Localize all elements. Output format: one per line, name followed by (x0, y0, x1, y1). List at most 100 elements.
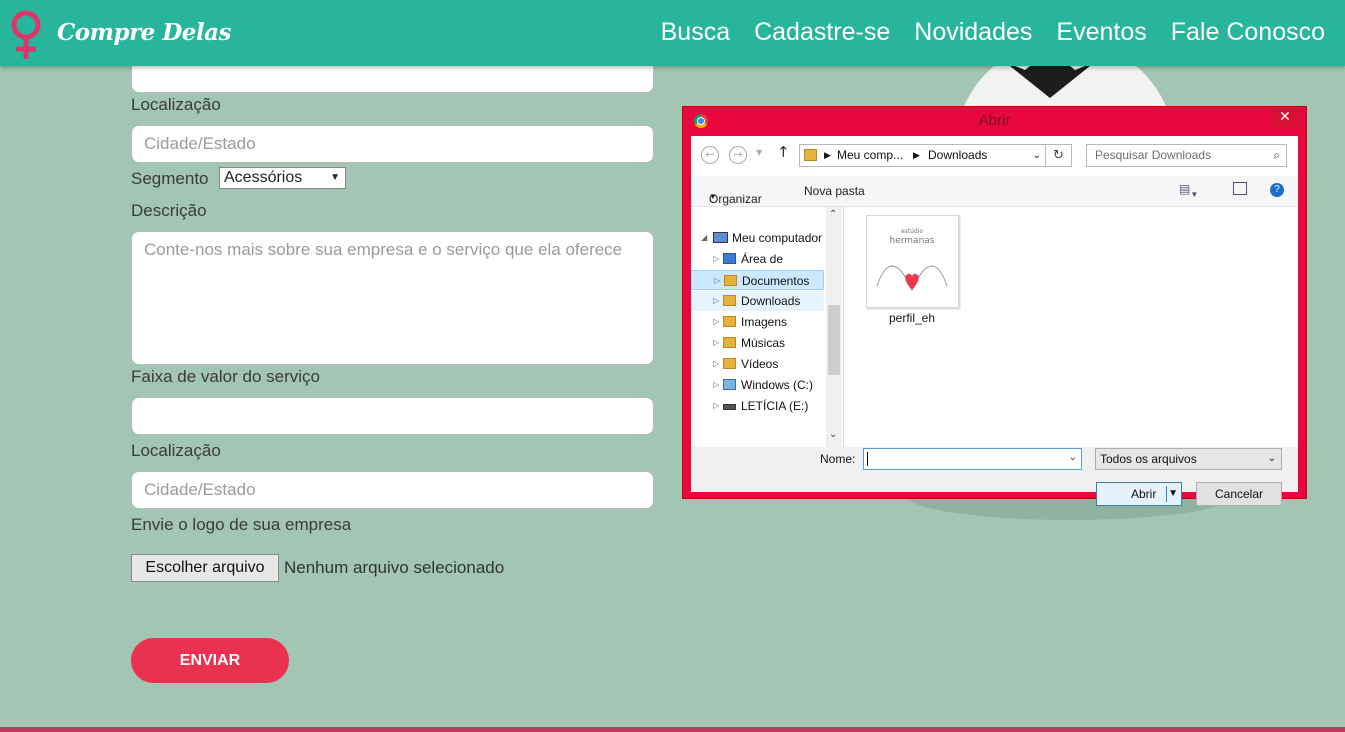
preview-pane-icon[interactable] (1233, 182, 1247, 195)
cancel-button[interactable]: Cancelar (1196, 482, 1282, 506)
breadcrumb-computer[interactable]: Meu comp... (837, 145, 903, 166)
tree-item-documents[interactable]: ▷ Documentos (691, 270, 824, 290)
scroll-up-icon[interactable]: ⌃ (829, 209, 837, 220)
file-thumbnail[interactable]: estúdio hermanas (866, 215, 959, 308)
top-navbar: Compre Delas Busca Cadastre-se Novidades… (0, 0, 1345, 66)
folder-icon (723, 358, 736, 369)
choose-file-button[interactable]: Escolher arquivo (131, 554, 279, 582)
drive-icon (723, 379, 736, 390)
tree-label: Imagens (741, 315, 788, 329)
open-button[interactable]: Abrir ▼ (1096, 482, 1182, 506)
tree-item-music[interactable]: ▷ Músicas (691, 333, 824, 353)
price-range-input[interactable] (131, 397, 654, 435)
expand-arrow-icon[interactable]: ◢ (701, 228, 707, 248)
segment-label: Segmento (131, 169, 209, 188)
taskbar-strip (0, 727, 1345, 732)
description-placeholder: Conte-nos mais sobre sua empresa e o ser… (144, 240, 623, 259)
tree-item-drive-e[interactable]: ▷ LETÍCIA (E:) (691, 396, 824, 416)
folder-icon (724, 275, 737, 286)
tree-item-desktop[interactable]: ▷Área de Trabalh (691, 249, 824, 286)
expand-arrow-icon[interactable]: ▷ (713, 354, 719, 374)
expand-arrow-icon[interactable]: ▷ (713, 396, 719, 416)
chevron-down-icon: ▼ (709, 192, 717, 201)
segment-value: Acessórios (224, 169, 303, 186)
folder-download-icon (723, 295, 736, 306)
expand-arrow-icon[interactable]: ▷ (714, 271, 720, 291)
dialog-toolbar: Organizar ▼ Nova pasta ▤ ▼ ? (691, 176, 1298, 207)
file-open-dialog: Abrir ✕ ← → ▼ ↑ ▶ Meu comp... ▶ Download… (682, 106, 1307, 506)
folder-download-icon (804, 149, 817, 161)
nav-link-novidades[interactable]: Novidades (914, 18, 1032, 47)
navigation-tree: ◢ Meu computador ▷Área de Trabalh ▷ Docum… (691, 207, 844, 447)
address-bar: ← → ▼ ↑ ▶ Meu comp... ▶ Downloads ⌄ ↻ Pe… (691, 136, 1298, 176)
tree-label: Músicas (741, 336, 786, 350)
folder-icon (723, 337, 736, 348)
tree-item-downloads[interactable]: ▷ Downloads (691, 291, 824, 311)
thumb-text: hermanas (890, 236, 935, 246)
forward-arrow-icon[interactable]: → (729, 146, 747, 164)
tree-scrollbar[interactable]: ⌃ ⌄ (826, 207, 842, 447)
location-placeholder-2: Cidade/Estado (144, 480, 256, 499)
nav-link-eventos[interactable]: Eventos (1056, 18, 1146, 47)
file-name[interactable]: perfil_eh (856, 311, 968, 325)
tree-label: LETÍCIA (E:) (741, 399, 809, 413)
location-placeholder-1: Cidade/Estado (144, 134, 256, 153)
expand-arrow-icon[interactable]: ▷ (713, 333, 719, 353)
tree-label: Downloads (741, 294, 801, 308)
tree-item-computer[interactable]: ◢ Meu computador (691, 228, 824, 248)
close-button[interactable]: ✕ (1270, 108, 1300, 128)
search-input[interactable]: Pesquisar Downloads ⌕ (1086, 144, 1287, 167)
breadcrumb-chevron-icon: ▶ (824, 150, 831, 160)
text-caret (867, 452, 868, 466)
tree-item-videos[interactable]: ▷ Vídeos (691, 354, 824, 374)
chevron-down-icon[interactable]: ▼ (1168, 483, 1178, 505)
nav-link-cadastre-se[interactable]: Cadastre-se (754, 18, 890, 47)
up-arrow-icon[interactable]: ↑ (777, 143, 790, 161)
nav-link-fale-conosco[interactable]: Fale Conosco (1171, 18, 1325, 47)
logo-preview-image: estúdio hermanas (876, 228, 948, 292)
file-name-input[interactable]: ⌄ (863, 448, 1082, 470)
refresh-icon[interactable]: ↻ (1046, 144, 1072, 167)
brand-logo-text[interactable]: Compre Delas (57, 19, 232, 46)
split-divider (1166, 486, 1167, 502)
expand-arrow-icon[interactable]: ▷ (713, 291, 719, 311)
logo-upload-label: Envie o logo de sua empresa (131, 515, 352, 534)
computer-icon (713, 232, 728, 243)
tree-item-drive-c[interactable]: ▷ Windows (C:) (691, 375, 824, 395)
expand-arrow-icon[interactable]: ▷ (713, 312, 719, 332)
description-textarea[interactable]: Conte-nos mais sobre sua empresa e o ser… (131, 231, 654, 365)
dropdown-arrow-icon: ▼ (330, 172, 340, 183)
path-breadcrumb[interactable]: ▶ Meu comp... ▶ Downloads ⌄ (799, 144, 1046, 167)
location-input-1[interactable]: Cidade/Estado (131, 125, 654, 163)
chevron-down-icon[interactable]: ⌄ (1069, 452, 1077, 463)
location-label-2: Localização (131, 441, 221, 460)
price-range-label: Faixa de valor do serviço (131, 367, 320, 386)
location-label-1: Localização (131, 95, 221, 114)
recent-dropdown-icon[interactable]: ▼ (756, 148, 762, 157)
breadcrumb-downloads[interactable]: Downloads (928, 145, 987, 166)
file-type-value: Todos os arquivos (1100, 452, 1197, 466)
expand-arrow-icon[interactable]: ▷ (713, 249, 719, 269)
back-arrow-icon[interactable]: ← (701, 146, 719, 164)
file-list: estúdio hermanas perfil_eh (844, 207, 1298, 447)
location-input-2[interactable]: Cidade/Estado (131, 471, 654, 509)
scroll-down-icon[interactable]: ⌄ (829, 429, 837, 440)
dialog-title: Abrir (978, 112, 1011, 129)
nav-link-busca[interactable]: Busca (661, 18, 730, 47)
chevron-down-icon[interactable]: ⌄ (1033, 145, 1041, 166)
expand-arrow-icon[interactable]: ▷ (713, 375, 719, 395)
file-type-select[interactable]: Todos os arquivos ⌄ (1095, 448, 1282, 470)
new-folder-button[interactable]: Nova pasta (804, 184, 865, 198)
breadcrumb-chevron-icon: ▶ (913, 150, 920, 160)
tree-item-images[interactable]: ▷ Imagens (691, 312, 824, 332)
view-options-icon[interactable]: ▤ ▼ (1179, 182, 1198, 199)
scroll-thumb[interactable] (828, 305, 840, 375)
segment-select[interactable]: Acessórios ▼ (219, 167, 346, 189)
folder-icon (723, 253, 736, 264)
female-symbol-icon[interactable] (6, 10, 46, 60)
dialog-body: ← → ▼ ↑ ▶ Meu comp... ▶ Downloads ⌄ ↻ Pe… (691, 136, 1298, 506)
help-icon[interactable]: ? (1270, 183, 1284, 197)
tree-label: Documentos (742, 274, 810, 288)
submit-button[interactable]: ENVIAR (131, 638, 289, 683)
tree-label: Windows (C:) (741, 378, 814, 392)
